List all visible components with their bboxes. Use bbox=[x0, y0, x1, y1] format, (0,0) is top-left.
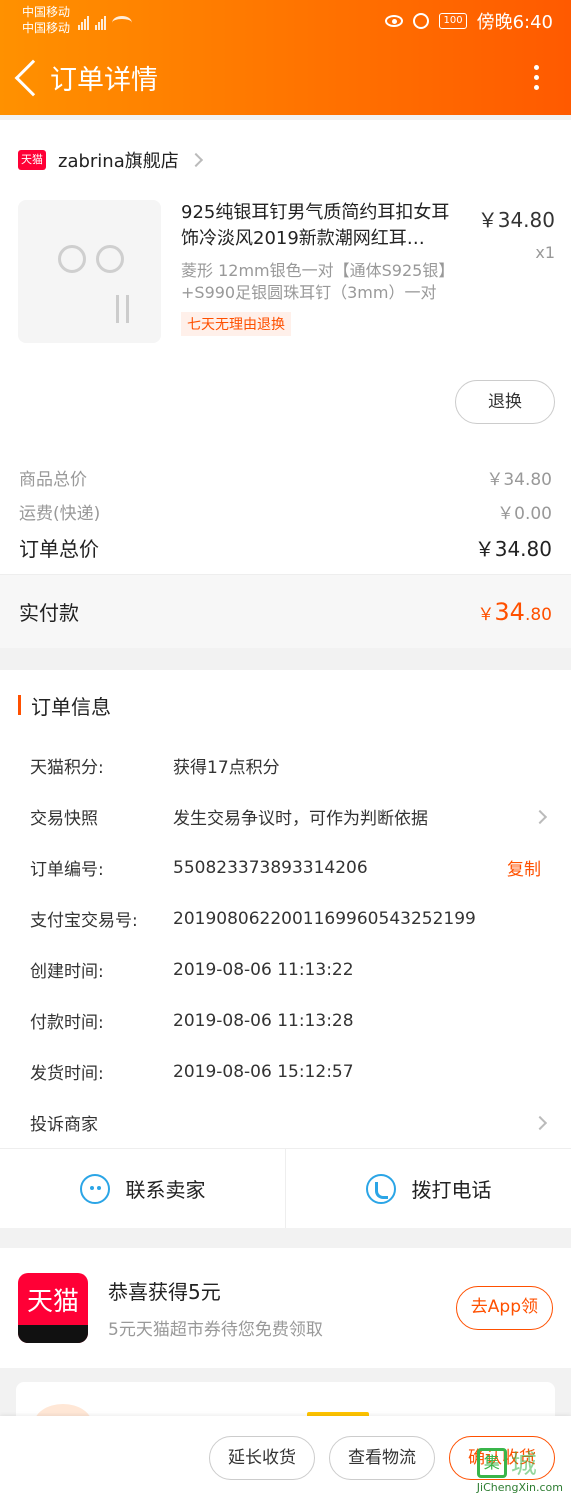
shipping-row: 运费(快递) ￥0.00 bbox=[19, 503, 552, 524]
bottom-action-bar: 延长收货 查看物流 确认收货 集 城 JiChengXin.com bbox=[0, 1416, 571, 1500]
points-row: 天猫积分: 获得17点积分 bbox=[30, 758, 280, 778]
shipping-time-row: 发货时间: 2019-08-06 15:12:57 bbox=[30, 1061, 354, 1085]
view-logistics-button[interactable]: 查看物流 bbox=[329, 1436, 435, 1480]
promo-banner: 天猫 恭喜获得5元 5元天猫超市券待您免费领取 去App领 bbox=[0, 1248, 571, 1368]
amount-paid-label: 实付款 bbox=[19, 601, 79, 625]
status-time: 傍晚6:40 bbox=[476, 12, 553, 33]
phone-icon bbox=[365, 1173, 396, 1204]
contact-seller-button[interactable]: 联系卖家 bbox=[0, 1149, 286, 1228]
complaint-row[interactable]: 投诉商家 bbox=[0, 1097, 571, 1148]
product-item[interactable]: 925纯银耳钉男气质简约耳扣女耳饰冷淡风2019新款潮网红耳… 菱形 12mm银… bbox=[0, 200, 571, 380]
product-price: ￥34.80 bbox=[477, 208, 555, 232]
amount-paid-value: ￥34.80 bbox=[477, 597, 552, 626]
store-header[interactable]: 天猫 zabrina旗舰店 bbox=[0, 120, 571, 200]
order-total-row: 订单总价 ￥34.80 bbox=[19, 536, 552, 561]
header: 中国移动 中国移动 100 傍晚6:40 订单详情 bbox=[0, 0, 571, 115]
payment-time-row: 付款时间: 2019-08-06 11:13:28 bbox=[30, 1010, 354, 1034]
amount-paid-row: 实付款 ￥34.80 bbox=[0, 574, 571, 648]
carrier-2: 中国移动 bbox=[22, 21, 71, 35]
carrier-1: 中国移动 bbox=[22, 5, 71, 19]
more-menu-icon[interactable] bbox=[534, 65, 539, 90]
copy-button[interactable]: 复制 bbox=[507, 855, 541, 880]
snapshot-row[interactable]: 交易快照 发生交易争议时，可作为判断依据 bbox=[0, 791, 571, 842]
promo-subtitle: 5元天猫超市券待您免费领取 bbox=[108, 1320, 323, 1340]
alipay-transaction-row: 支付宝交易号: 2019080622001169960543252199 bbox=[30, 908, 476, 932]
tmall-logo-icon: 天猫 bbox=[18, 1273, 88, 1343]
watermark: 集 城 JiChengXin.com bbox=[476, 1444, 563, 1494]
chat-icon bbox=[79, 1173, 110, 1204]
subtotal-row: 商品总价 ￥34.80 bbox=[19, 469, 552, 490]
alarm-icon bbox=[413, 13, 430, 29]
section-title: 订单信息 bbox=[0, 670, 571, 740]
battery-icon: 100 bbox=[439, 13, 467, 29]
page-title: 订单详情 bbox=[50, 65, 158, 96]
status-bar: 中国移动 中国移动 100 傍晚6:40 bbox=[0, 0, 571, 40]
signal-icon-2 bbox=[95, 16, 107, 30]
extend-receipt-button[interactable]: 延长收货 bbox=[209, 1436, 315, 1480]
product-quantity: x1 bbox=[535, 243, 555, 262]
tmall-badge-icon: 天猫 bbox=[18, 150, 46, 170]
nav-bar: 订单详情 bbox=[0, 40, 571, 115]
order-number-row: 订单编号: 550823373893314206 复制 bbox=[0, 842, 571, 893]
product-spec: 菱形 12mm银色一对【通体S925银】+S990足银圆珠耳钉（3mm）一对 bbox=[181, 261, 455, 302]
order-info-section: 订单信息 天猫积分: 获得17点积分 交易快照 发生交易争议时，可作为判断依据 … bbox=[0, 670, 571, 1228]
chevron-right-icon bbox=[532, 1115, 548, 1130]
back-arrow-icon[interactable] bbox=[14, 59, 52, 96]
order-card: 天猫 zabrina旗舰店 925纯银耳钉男气质简约耳扣女耳饰冷淡风2019新款… bbox=[0, 120, 571, 648]
call-button[interactable]: 拨打电话 bbox=[286, 1149, 571, 1228]
promo-title: 恭喜获得5元 bbox=[108, 1280, 221, 1304]
return-policy-tag: 七天无理由退换 bbox=[181, 312, 291, 336]
created-time-row: 创建时间: 2019-08-06 11:13:22 bbox=[30, 959, 354, 983]
eye-icon bbox=[385, 15, 404, 27]
chevron-right-icon bbox=[188, 152, 203, 168]
refund-button[interactable]: 退换 bbox=[455, 380, 555, 424]
wifi-icon bbox=[112, 16, 133, 30]
get-in-app-button[interactable]: 去App领 bbox=[455, 1286, 553, 1330]
product-title: 925纯银耳钉男气质简约耳扣女耳饰冷淡风2019新款潮网红耳… bbox=[181, 202, 450, 249]
contact-bar: 联系卖家 拨打电话 bbox=[0, 1148, 571, 1228]
product-thumbnail bbox=[18, 200, 161, 343]
signal-icon bbox=[78, 16, 90, 30]
store-name: zabrina旗舰店 bbox=[58, 151, 179, 172]
